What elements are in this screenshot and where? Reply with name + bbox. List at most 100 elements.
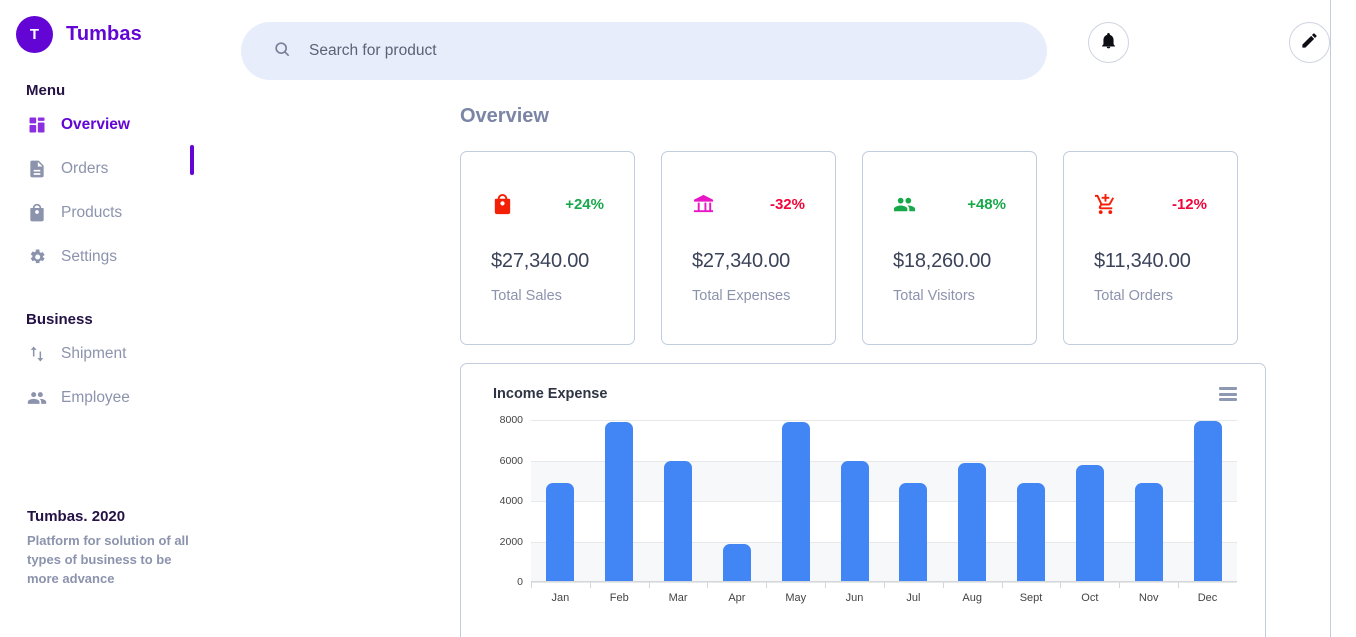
stat-value: $27,340.00	[491, 250, 590, 272]
chart-x-label: Aug	[962, 592, 982, 604]
chart-x-label: Sept	[1019, 592, 1043, 604]
right-panel: N Konter Pulsa 218Products 2580Followers…	[1330, 0, 1356, 637]
main-content: Overview +24% $27,340.00 Total Sales -32…	[220, 0, 1330, 637]
people-icon	[893, 193, 916, 216]
sidebar: T Tumbas Menu Overview Orders Products S…	[0, 0, 220, 637]
stat-label: Total Expenses	[692, 288, 791, 304]
sidebar-item-settings[interactable]: Settings	[0, 241, 220, 273]
sidebar-item-label: Orders	[61, 160, 109, 177]
chart-plot: 0 2000 4000 6000 8000 Jan Feb Mar Apr May Jun Jul A…	[493, 414, 1247, 605]
chart-bar-column[interactable]	[1001, 420, 1061, 588]
chart-plot-area: 0 2000 4000 6000 8000	[500, 414, 1237, 588]
dashboard-icon	[27, 115, 47, 135]
stat-value: $18,260.00	[893, 250, 992, 272]
notifications-button[interactable]	[1088, 22, 1129, 63]
chart-x-label: Dec	[1197, 592, 1218, 604]
chart-bar-column[interactable]	[589, 420, 649, 588]
sidebar-group-business-title: Business	[26, 311, 93, 328]
bank-icon	[692, 193, 715, 216]
sidebar-item-products[interactable]: Products	[0, 197, 220, 229]
gear-icon	[27, 247, 47, 267]
chart-x-label: Jan	[551, 592, 570, 604]
chart-x-tick	[825, 582, 827, 588]
chart-x-label: Nov	[1138, 592, 1159, 604]
sidebar-item-label: Shipment	[61, 345, 127, 362]
sidebar-item-label: Products	[61, 204, 123, 221]
sidebar-footer: Tumbas. 2020 Platform for solution of al…	[27, 508, 202, 589]
stat-card-total-sales[interactable]: +24% $27,340.00 Total Sales	[460, 151, 635, 345]
brand-initial-badge: T	[16, 15, 53, 53]
edit-button[interactable]	[1289, 22, 1330, 63]
add-shopping-cart-icon	[1094, 193, 1117, 216]
hamburger-menu-icon[interactable]	[1219, 387, 1237, 401]
sidebar-footer-description: Platform for solution of all types of bu…	[27, 533, 189, 586]
chart-bar-column[interactable]	[531, 420, 590, 588]
chart-bar[interactable]	[1134, 482, 1163, 582]
chart-x-label: Oct	[1081, 592, 1099, 604]
chart-bar[interactable]	[781, 422, 810, 582]
page-title: Overview	[460, 105, 549, 127]
stat-delta: +24%	[565, 195, 604, 213]
chart-bar-column[interactable]	[1119, 420, 1178, 588]
chart-bars	[531, 420, 1237, 588]
chart-x-label: Feb	[609, 592, 629, 604]
chart-bar[interactable]	[899, 482, 928, 582]
chart-x-tick	[1060, 582, 1062, 588]
sidebar-group-menu-title: Menu	[26, 82, 66, 99]
chart-bar[interactable]	[958, 462, 987, 582]
active-nav-indicator	[190, 145, 194, 175]
chart-x-tick	[942, 582, 944, 588]
chart-x-tick-labels: Jan Feb Mar Apr May Jun Jul Aug Sept Oct Nov Dec	[531, 592, 1237, 604]
chart-x-tick	[1001, 582, 1003, 588]
chart-bar-column[interactable]	[1178, 420, 1237, 588]
sidebar-item-shipment[interactable]: Shipment	[0, 338, 220, 370]
chart-bar[interactable]	[1193, 421, 1222, 582]
chart-bar[interactable]	[664, 460, 693, 582]
chart-x-label: Jun	[845, 592, 864, 604]
document-icon	[27, 159, 47, 179]
sidebar-item-overview[interactable]: Overview	[0, 109, 220, 141]
chart-bar-column[interactable]	[648, 420, 708, 588]
chart-bar-column[interactable]	[766, 420, 825, 588]
stat-card-total-expenses[interactable]: -32% $27,340.00 Total Expenses	[661, 151, 836, 345]
chart-bar-column[interactable]	[942, 420, 1002, 588]
dashboard-root: T Tumbas Menu Overview Orders Products S…	[0, 0, 1356, 637]
chart-bar-column[interactable]	[883, 420, 943, 588]
search-input[interactable]	[309, 36, 1047, 66]
chart-bar-column[interactable]	[1060, 420, 1119, 588]
stat-delta: +48%	[967, 195, 1006, 213]
chart-x-label: Mar	[668, 592, 688, 604]
people-icon	[27, 388, 47, 408]
chart-bar[interactable]	[605, 422, 634, 582]
stat-label: Total Orders	[1094, 288, 1173, 304]
bag-icon	[27, 203, 47, 223]
swap-vertical-icon	[27, 344, 47, 364]
chart-x-label: May	[785, 592, 807, 604]
chart-x-tick	[648, 582, 650, 588]
sidebar-item-label: Overview	[61, 116, 130, 133]
stat-label: Total Visitors	[893, 288, 975, 304]
chart-bar-column[interactable]	[825, 420, 884, 588]
chart-bar[interactable]	[546, 482, 575, 582]
brand-logo[interactable]: T Tumbas	[0, 0, 220, 53]
shopping-bag-icon	[491, 193, 514, 216]
sidebar-item-label: Employee	[61, 389, 130, 406]
chart-title: Income Expense	[493, 386, 608, 402]
chart-bar[interactable]	[1075, 464, 1104, 582]
chart-x-tick	[766, 582, 768, 588]
chart-x-tick	[1119, 582, 1121, 588]
chart-bar[interactable]	[840, 460, 869, 582]
chart-x-tick	[707, 582, 709, 588]
sidebar-item-label: Settings	[61, 248, 118, 265]
search-icon	[272, 39, 292, 64]
chart-bar[interactable]	[722, 543, 751, 582]
chart-x-tick	[883, 582, 885, 588]
search-bar[interactable]	[241, 22, 1047, 80]
sidebar-item-employee[interactable]: Employee	[0, 382, 220, 414]
sidebar-item-orders[interactable]: Orders	[0, 153, 220, 185]
stat-card-total-orders[interactable]: -12% $11,340.00 Total Orders	[1063, 151, 1238, 345]
stat-cards: +24% $27,340.00 Total Sales -32% $27,340…	[460, 151, 1238, 345]
chart-bar[interactable]	[1017, 482, 1046, 582]
stat-card-total-visitors[interactable]: +48% $18,260.00 Total Visitors	[862, 151, 1037, 345]
chart-bar-column[interactable]	[707, 420, 766, 588]
